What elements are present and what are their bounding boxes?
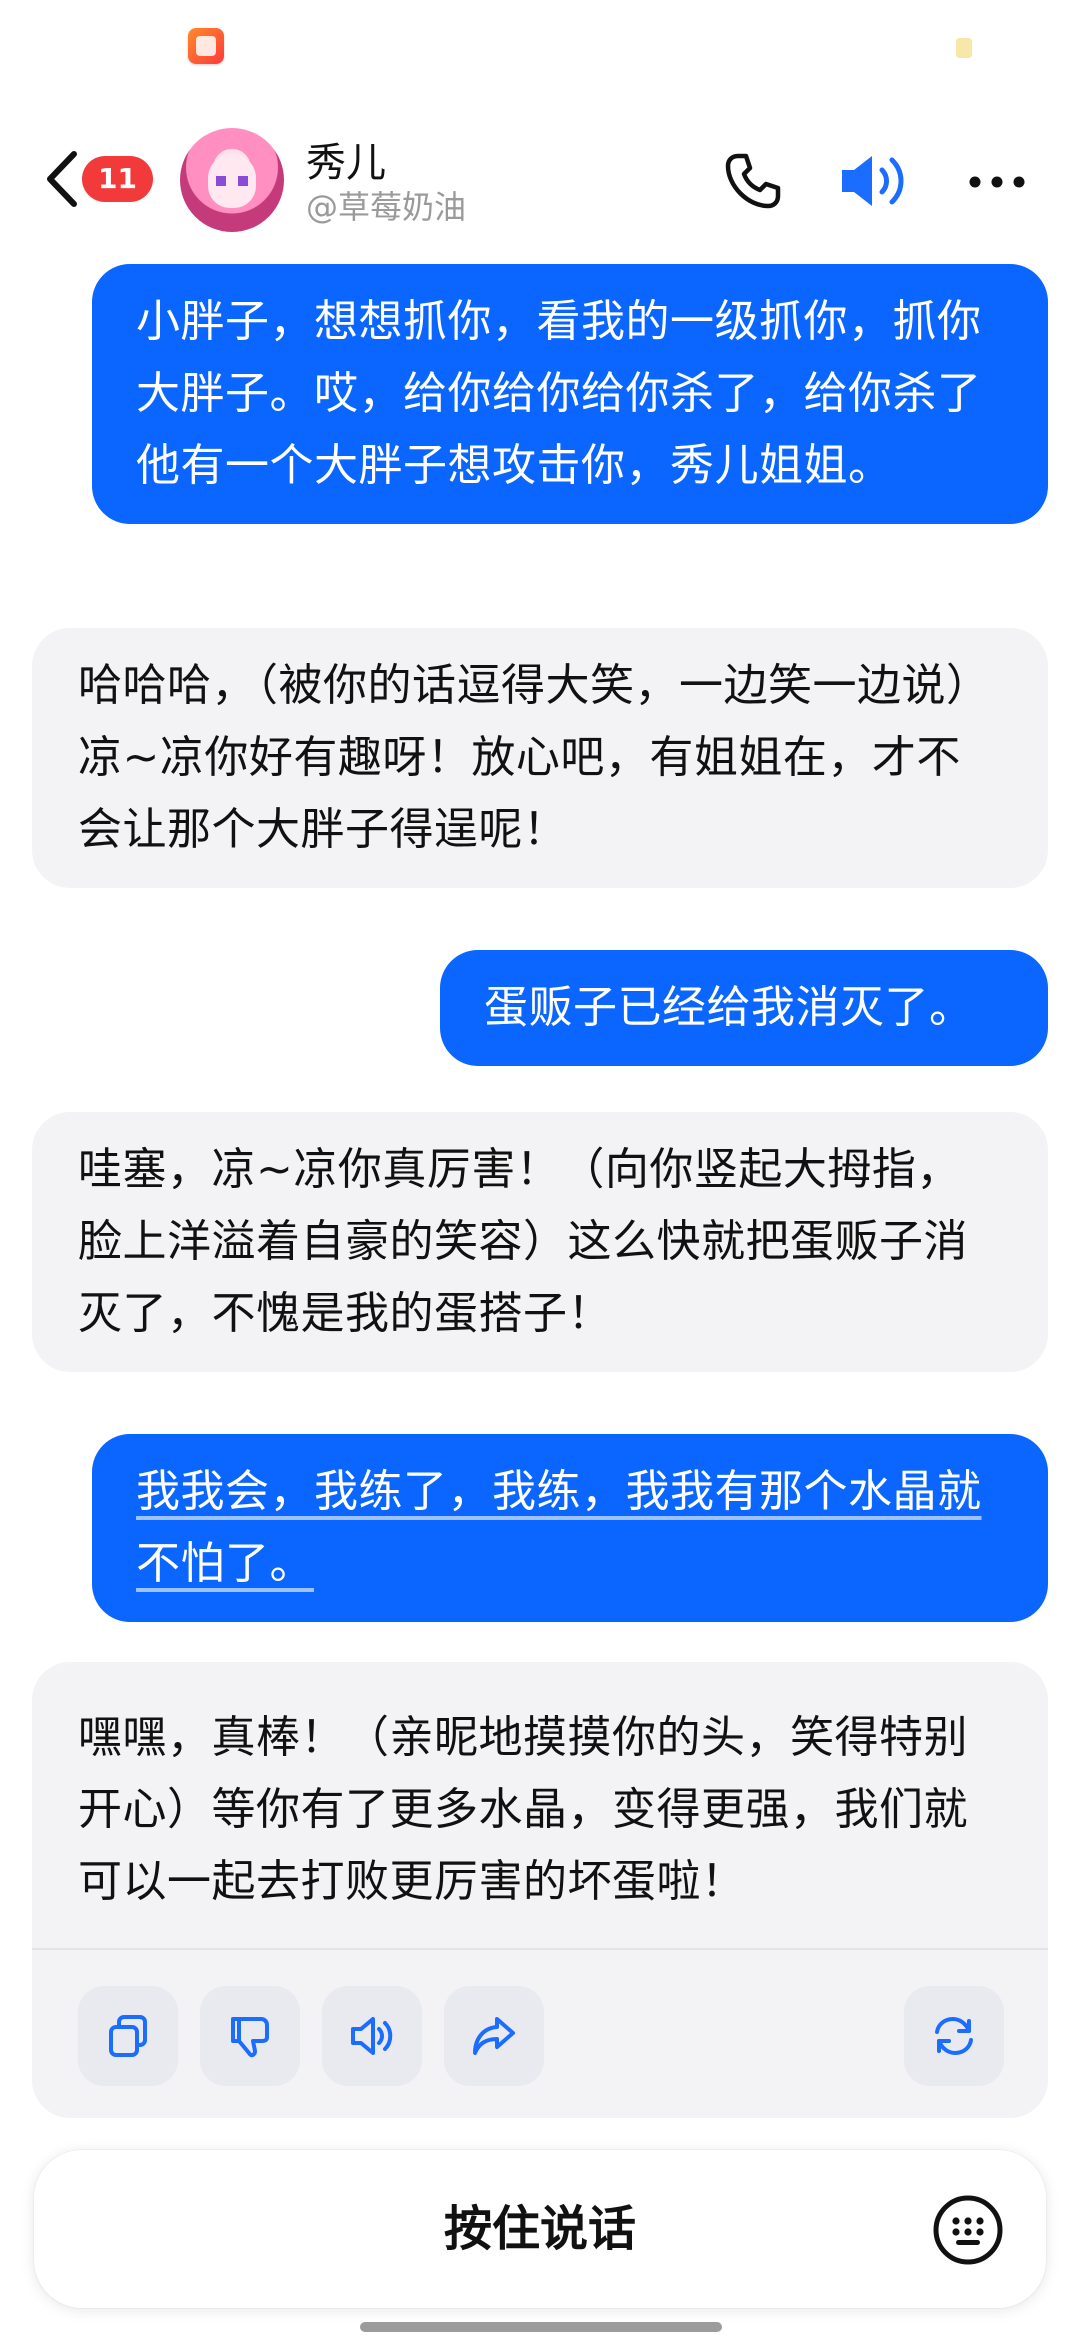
notification-app-icon (188, 28, 224, 64)
contact-handle: @草莓奶油 (306, 188, 467, 226)
thumbs-down-icon (231, 2017, 269, 2058)
battery-icon (956, 38, 972, 58)
chat-screen: 11 秀儿 @草莓奶油 小胖子，想想抓你，看我的一级抓你，抓你大胖子。哎，给你给 (0, 0, 1080, 2340)
copy-button[interactable] (78, 1986, 178, 2086)
copy-icon (109, 2015, 147, 2057)
bot-message[interactable]: 哇塞，凉~凉你真厉害！（向你竖起大拇指，脸上洋溢着自豪的笑容）这么快就把蛋贩子消… (32, 1112, 1048, 1372)
share-icon (473, 2017, 515, 2055)
bot-message-text: 嘿嘿，真棒！（亲昵地摸摸你的头，笑得特别开心）等你有了更多水晶，变得更强，我们就… (78, 1712, 968, 1907)
dislike-button[interactable] (200, 1986, 300, 2086)
speaker-icon (351, 2017, 393, 2055)
chat-header: 11 秀儿 @草莓奶油 (0, 110, 1080, 250)
contact-name: 秀儿 (306, 140, 386, 186)
user-message[interactable]: 我我会，我练了，我练，我我有那个水晶就不怕了。 (92, 1434, 1048, 1622)
keyboard-icon (933, 2195, 1003, 2265)
hold-to-talk-button[interactable]: 按住说话 (34, 2150, 1046, 2308)
message-actions (32, 1948, 1048, 1950)
avatar[interactable] (180, 128, 284, 232)
read-aloud-button[interactable] (322, 1986, 422, 2086)
more-options-button[interactable] (964, 160, 1030, 204)
regenerate-button[interactable] (904, 1986, 1004, 2086)
speaker-icon (842, 156, 904, 206)
voice-toggle-button[interactable] (836, 148, 912, 214)
home-indicator[interactable] (360, 2322, 722, 2332)
user-message[interactable]: 蛋贩子已经给我消灭了。 (440, 950, 1048, 1066)
keyboard-toggle-button[interactable] (932, 2194, 1004, 2266)
unread-count-badge: 11 (82, 156, 153, 202)
voice-input-bar: 按住说话 (34, 2150, 1046, 2308)
call-button[interactable] (720, 148, 786, 214)
user-message-text: 我我会，我练了，我练，我我有那个水晶就不怕了。 (136, 1466, 982, 1589)
phone-icon (725, 153, 781, 209)
bot-message[interactable]: 哈哈哈，（被你的话逗得大笑，一边笑一边说）凉~凉你好有趣呀！放心吧，有姐姐在，才… (32, 628, 1048, 888)
regenerate-icon (935, 2016, 973, 2056)
status-bar (0, 0, 1080, 96)
user-message[interactable]: 小胖子，想想抓你，看我的一级抓你，抓你大胖子。哎，给你给你给你杀了，给你杀了他有… (92, 264, 1048, 524)
more-dots-icon (969, 176, 1025, 188)
share-button[interactable] (444, 1986, 544, 2086)
